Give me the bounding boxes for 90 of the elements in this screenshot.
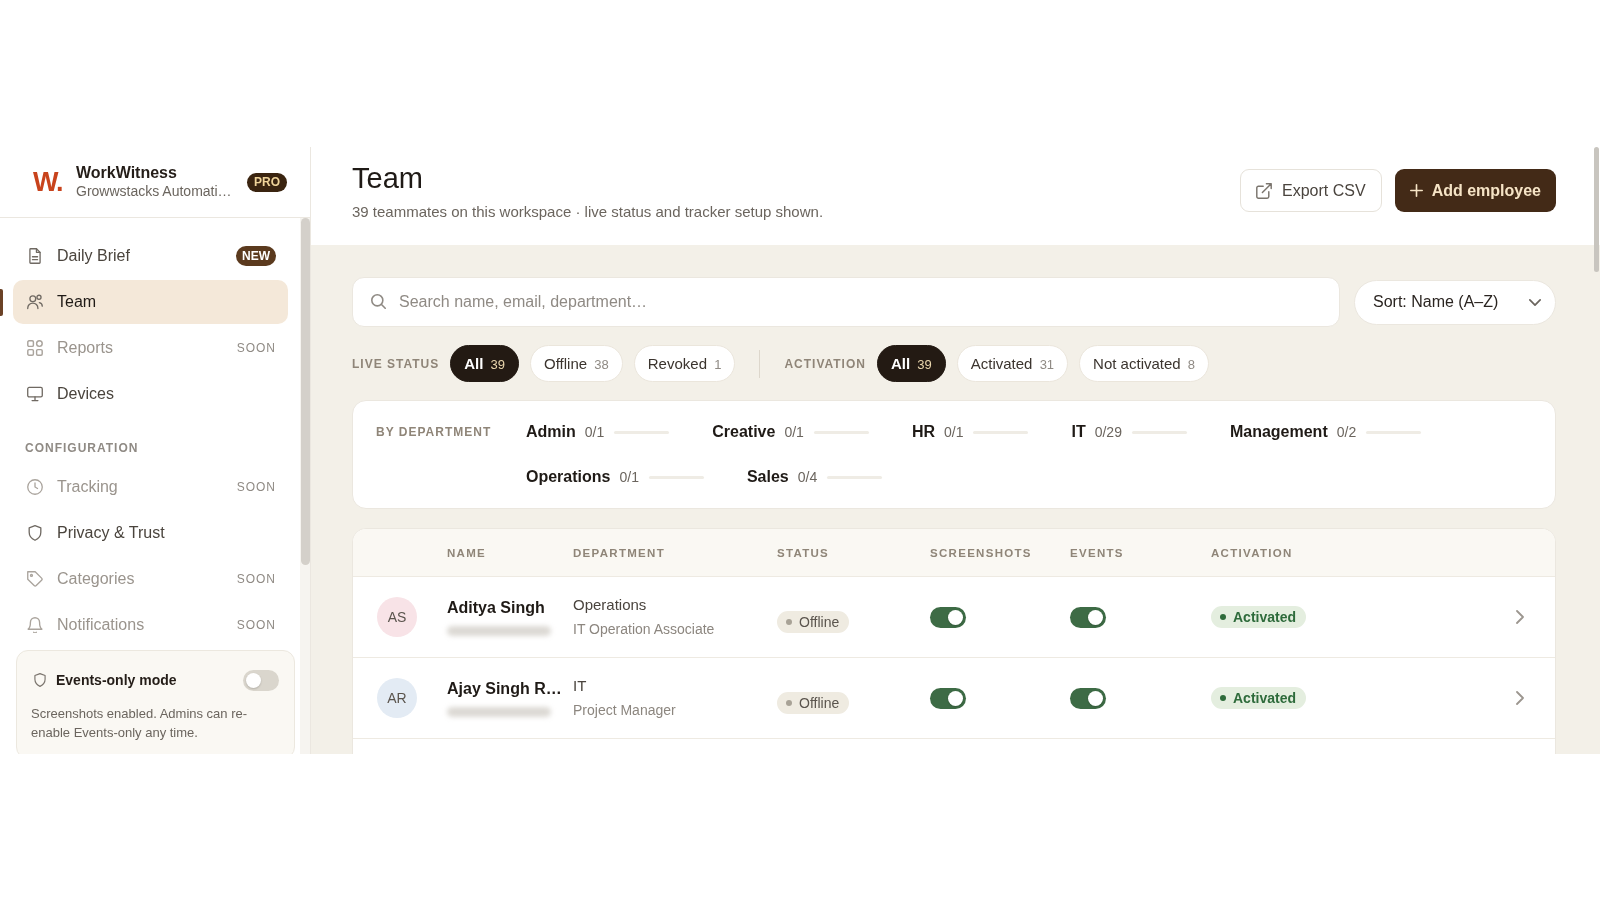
- shield-icon: [27, 525, 43, 541]
- tag-icon: [27, 571, 43, 587]
- department-count: 0/1: [944, 424, 964, 440]
- filter-label: ACTIVATION: [784, 356, 866, 371]
- employee-role: IT Operation Associate: [573, 620, 716, 639]
- chevron-right-icon[interactable]: [1516, 610, 1524, 624]
- department-name: HR: [911, 423, 935, 441]
- status-dot-icon: [786, 699, 792, 706]
- column-header: STATUS: [777, 546, 831, 559]
- department-count: 0/1: [584, 424, 605, 440]
- department-count: 0/2: [1336, 424, 1357, 440]
- plus-icon: [1409, 184, 1423, 197]
- filter-chip[interactable]: Activated 31: [956, 345, 1069, 382]
- active-indicator: [0, 288, 3, 316]
- department-count: 0/4: [797, 469, 818, 485]
- avatar: AR: [377, 678, 417, 718]
- filter-chip[interactable]: All 39: [450, 345, 520, 382]
- column-header: DEPARTMENT: [573, 546, 666, 559]
- status-text: Offline: [799, 694, 840, 711]
- search-icon: [371, 294, 386, 309]
- shield-icon: [34, 673, 46, 687]
- status-dot-icon: [1220, 614, 1226, 620]
- department-name: Operations: [526, 468, 611, 486]
- department-name: Admin: [526, 423, 576, 441]
- new-badge: NEW: [236, 246, 276, 266]
- employee-name: Ajay Singh R…: [447, 679, 563, 699]
- activation-text: Activated: [1233, 690, 1297, 706]
- soon-label: SOON: [236, 618, 276, 632]
- sidebar-item[interactable]: Privacy & Trust: [13, 511, 288, 555]
- screenshots-toggle[interactable]: [930, 687, 966, 709]
- status-dot-icon: [1220, 695, 1226, 701]
- employee-role: Project Manager: [573, 701, 677, 720]
- workspace-name: Growwstacks Automati…: [76, 182, 232, 201]
- department-name: Creative: [712, 423, 776, 441]
- column-header: NAME: [447, 546, 488, 559]
- filter-chip[interactable]: Not activated 8: [1079, 345, 1210, 382]
- soon-label: SOON: [236, 572, 276, 586]
- section-label: BY DEPARTMENT: [376, 424, 493, 441]
- department-name: Sales: [746, 468, 789, 486]
- toggle-switch[interactable]: [243, 669, 279, 691]
- events-toggle[interactable]: [1070, 687, 1106, 709]
- document-icon: [27, 248, 43, 264]
- filter-chip[interactable]: Offline 38: [530, 345, 623, 382]
- page-subtitle: 39 teammates on this workspace · live status and tracker setup shown.: [352, 202, 824, 222]
- people-icon: [27, 294, 43, 310]
- sidebar-item[interactable]: Devices: [13, 372, 288, 416]
- events-toggle[interactable]: [1070, 606, 1106, 628]
- employee-name: Aditya Singh: [447, 598, 546, 618]
- plan-badge: PRO: [247, 172, 287, 192]
- logo: W.: [33, 166, 64, 198]
- avatar: AS: [377, 597, 417, 637]
- department-count: 0/1: [784, 424, 804, 440]
- clock-icon: [27, 479, 43, 495]
- chevron-down-icon: [1529, 298, 1541, 306]
- sidebar-item[interactable]: Team: [13, 280, 288, 324]
- scrollbar[interactable]: [1594, 147, 1599, 272]
- sidebar-item[interactable]: Daily Brief NEW: [13, 234, 288, 278]
- employee-department: Operations: [573, 595, 648, 615]
- setting-description: Screenshots enabled. Admins can re-enable Events-only any time.: [31, 705, 249, 742]
- soon-label: SOON: [236, 341, 276, 355]
- monitor-icon: [27, 386, 43, 402]
- setting-title: Events-only mode: [56, 672, 177, 688]
- sort-dropdown[interactable]: Sort: Name (A–Z): [1354, 279, 1556, 325]
- screenshots-toggle[interactable]: [930, 606, 966, 628]
- department-name: IT: [1071, 423, 1086, 441]
- filter-label: LIVE STATUS: [352, 356, 440, 371]
- department-count: 0/29: [1094, 424, 1122, 440]
- soon-label: SOON: [236, 480, 276, 494]
- column-header: ACTIVATION: [1211, 546, 1294, 559]
- external-link-icon: [1256, 182, 1273, 199]
- section-label: CONFIGURATION: [24, 440, 140, 457]
- export-button[interactable]: Export CSV: [1240, 169, 1382, 212]
- chevron-right-icon[interactable]: [1516, 691, 1524, 705]
- grid-icon: [27, 340, 43, 356]
- column-header: EVENTS: [1070, 546, 1125, 559]
- page-title: Team: [352, 161, 424, 196]
- bell-icon: [27, 617, 43, 633]
- column-header: SCREENSHOTS: [930, 546, 1033, 559]
- brand-name: WorkWitness: [76, 163, 178, 182]
- search-field[interactable]: Search name, email, department…: [352, 277, 1340, 327]
- filter-chip[interactable]: All 39: [876, 345, 946, 382]
- employee-department: IT: [573, 676, 588, 696]
- add-button[interactable]: Add employee: [1394, 169, 1556, 212]
- status-dot-icon: [786, 618, 792, 625]
- filter-chip[interactable]: Revoked 1: [633, 345, 736, 382]
- department-name: Management: [1229, 423, 1328, 441]
- activation-text: Activated: [1233, 609, 1297, 625]
- department-count: 0/1: [619, 469, 639, 485]
- status-text: Offline: [799, 613, 840, 630]
- scrollbar[interactable]: [301, 218, 310, 565]
